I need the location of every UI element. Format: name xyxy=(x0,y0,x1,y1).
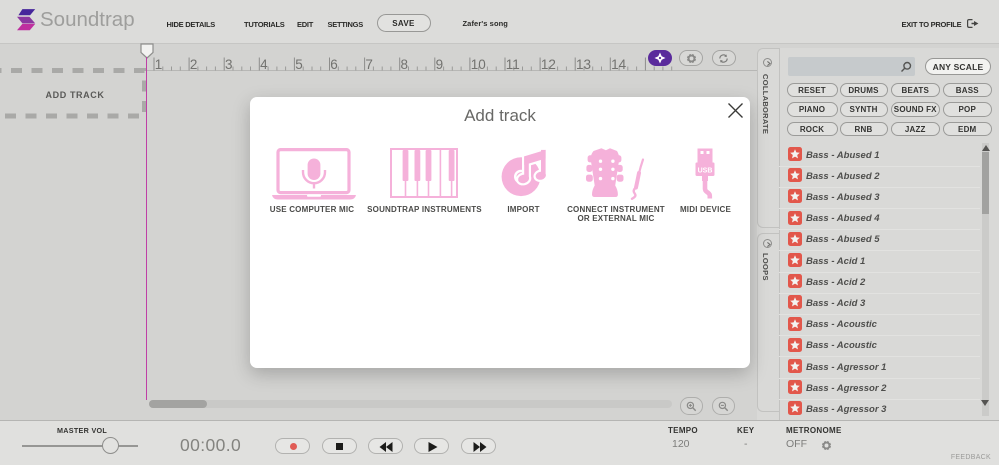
svg-text:ADD TRACK: ADD TRACK xyxy=(46,90,105,100)
svg-text:7: 7 xyxy=(365,57,373,72)
svg-text:10: 10 xyxy=(471,57,486,72)
svg-text:4: 4 xyxy=(260,57,268,72)
svg-text:5: 5 xyxy=(295,57,303,72)
svg-text:2: 2 xyxy=(190,57,198,72)
svg-text:11: 11 xyxy=(506,57,520,72)
svg-text:12: 12 xyxy=(541,57,556,72)
svg-text:6: 6 xyxy=(330,57,338,72)
svg-text:3: 3 xyxy=(225,57,233,72)
svg-text:9: 9 xyxy=(436,57,444,72)
svg-text:14: 14 xyxy=(611,57,627,72)
svg-text:USB: USB xyxy=(698,167,713,174)
svg-text:8: 8 xyxy=(401,57,409,72)
svg-text:13: 13 xyxy=(576,57,591,72)
